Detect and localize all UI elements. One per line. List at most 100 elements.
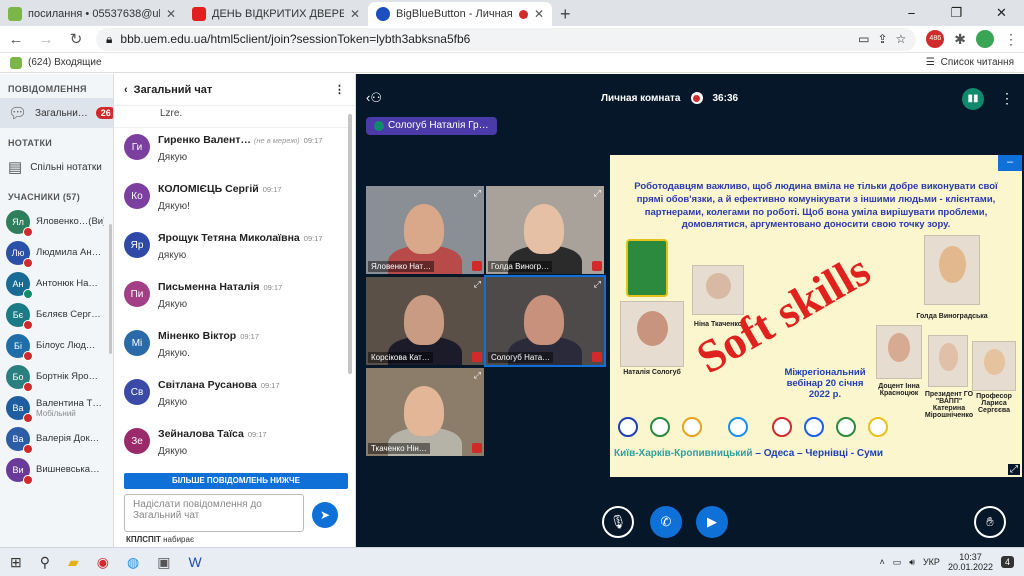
raise-hand-button[interactable]: ✋︎: [974, 506, 1006, 538]
coat-of-arms-icon: [626, 239, 668, 297]
user-list-item[interactable]: Ва Валентина Т… Мобільний: [0, 392, 113, 423]
bookmark-inbox[interactable]: (624) Входящие: [28, 57, 102, 68]
chat-options-icon[interactable]: ⋮: [334, 83, 345, 96]
video-tile[interactable]: ⤢ Ткаченко Нін…: [366, 368, 484, 456]
back-icon[interactable]: ←: [6, 31, 26, 48]
browser-tab-strip: посилання • 05537638@ukr.net ✕ ДЕНЬ ВІДК…: [0, 0, 1024, 26]
network-icon[interactable]: ▭: [893, 557, 902, 568]
expand-icon[interactable]: ⤢: [594, 188, 601, 199]
mic-status-icon: [23, 443, 33, 454]
presenter-badge: Сологуб Наталія Гр…: [366, 117, 497, 135]
avatar-initials: Св: [130, 386, 144, 398]
menu-icon[interactable]: ⋮: [1004, 31, 1018, 48]
sender-name: Гиренко Валент…: [158, 134, 251, 146]
chat-message: Ги Гиренко Валент… (не в мережі) 09:17 Дя…: [114, 128, 350, 177]
extension-badge-icon[interactable]: 486: [926, 30, 945, 48]
video-tile[interactable]: ⤢ Сологуб Ната…: [484, 275, 606, 367]
notification-icon[interactable]: 4: [1000, 556, 1014, 568]
video-button[interactable]: ▶: [696, 506, 728, 538]
users-scrollbar[interactable]: [109, 224, 112, 354]
expand-icon[interactable]: ⤢: [474, 188, 481, 199]
chat-message: Зе Зейналова Таїса 09:17 Дякую: [114, 422, 350, 471]
expand-icon[interactable]: ⤢: [474, 279, 481, 290]
user-list-item[interactable]: Бо Бортнік Яро…: [0, 361, 113, 392]
expand-icon[interactable]: ⤢: [474, 370, 481, 381]
share-icon[interactable]: ⇪: [877, 32, 887, 46]
edge-icon[interactable]: ◍: [127, 554, 139, 571]
word-icon[interactable]: W: [188, 554, 201, 570]
tab-title: посилання • 05537638@ukr.net: [28, 8, 160, 20]
forward-icon[interactable]: →: [36, 31, 56, 48]
users-header: УЧАСНИКИ (57): [8, 192, 81, 202]
video-tile[interactable]: ⤢ Корсікова Кат…: [366, 277, 484, 365]
user-list-item[interactable]: Ви Вишневська…: [0, 454, 113, 485]
close-tab-icon[interactable]: ✕: [534, 7, 544, 21]
profile-avatar[interactable]: [976, 30, 994, 48]
user-list-item[interactable]: Бі Білоус Люд…: [0, 330, 113, 361]
reading-list-icon[interactable]: ☰: [926, 57, 935, 68]
language-indicator[interactable]: УКР: [923, 557, 940, 567]
browser-tab-mail[interactable]: посилання • 05537638@ukr.net ✕: [0, 2, 184, 26]
options-icon[interactable]: ⋮: [1000, 90, 1014, 107]
restore-icon[interactable]: ❐: [934, 0, 979, 26]
new-tab-button[interactable]: +: [560, 2, 571, 26]
tray-expand-icon[interactable]: ˄: [880, 557, 885, 567]
expand-icon[interactable]: ⤢: [594, 279, 601, 290]
user-list-toggle-icon[interactable]: ‹⚇: [366, 90, 382, 106]
message-time: 09:17: [263, 283, 283, 292]
reload-icon[interactable]: ↻: [66, 30, 86, 48]
minimize-presentation-icon[interactable]: –: [998, 155, 1022, 171]
bbb-favicon-icon: [376, 7, 390, 21]
minimize-icon[interactable]: ⎯: [889, 0, 934, 26]
room-name: Личная комната: [601, 92, 681, 104]
reading-list-link[interactable]: Список читання: [941, 57, 1014, 68]
mute-mic-button[interactable]: 🎙︎: [602, 506, 634, 538]
browser-tab-youtube[interactable]: ДЕНЬ ВІДКРИТИХ ДВЕРЕЙ - You ✕: [184, 2, 368, 26]
user-list-item[interactable]: Ва Валерія Док…: [0, 423, 113, 454]
cities-part-b: – Одеса – Чернівці - Суми: [752, 448, 884, 459]
close-window-icon[interactable]: ✕: [979, 0, 1024, 26]
connection-status-icon[interactable]: ▮▮: [962, 88, 984, 110]
more-messages-button[interactable]: БІЛЬШЕ ПОВІДОМЛЕНЬ НИЖЧЕ: [124, 473, 348, 489]
portrait-krasnotsiuk: [876, 325, 922, 379]
chat-scrollbar[interactable]: [348, 114, 352, 374]
chevron-left-icon[interactable]: ‹: [124, 84, 128, 96]
volume-icon[interactable]: 🔊︎: [909, 557, 915, 568]
avatar: Ял: [6, 209, 33, 237]
message-input[interactable]: Надіслати повідомлення до Загальний чат: [124, 494, 304, 532]
user-name: Валерія Док…: [36, 433, 100, 444]
chrome-icon[interactable]: ◉: [97, 554, 109, 571]
avatar: Бє: [6, 302, 33, 330]
user-list-item[interactable]: Лю Людмила Ан…: [0, 237, 113, 268]
send-button[interactable]: ➤: [312, 502, 338, 528]
search-icon[interactable]: ⚲: [40, 554, 50, 571]
user-list-item[interactable]: Ан Антонюк На…: [0, 268, 113, 299]
close-tab-icon[interactable]: ✕: [166, 7, 176, 21]
cities-part-a: Київ-Харків-Кропивницький: [614, 448, 753, 459]
record-icon[interactable]: [690, 92, 703, 104]
user-name: Бортнік Яро…: [36, 371, 99, 382]
message-header: Міненко Віктор 09:17: [158, 330, 259, 342]
participant-face: [404, 204, 444, 254]
user-list-item[interactable]: Бє Бєляєв Серг…: [0, 299, 113, 330]
star-icon[interactable]: ☆: [896, 32, 907, 46]
portrait-sologub: [620, 301, 684, 367]
camera-blocked-icon[interactable]: ▭: [858, 32, 869, 46]
shared-notes-item[interactable]: ▤ Спільні нотатки: [0, 152, 113, 182]
video-tile[interactable]: ⤢ Яловенко Нат…: [366, 186, 484, 274]
close-tab-icon[interactable]: ✕: [350, 7, 360, 21]
message-header: Гиренко Валент… (не в мережі) 09:17: [158, 134, 322, 146]
extensions-icon[interactable]: ✱: [954, 31, 966, 48]
user-list-item[interactable]: Ял Яловенко…(Ви): [0, 206, 113, 237]
video-tile[interactable]: ⤢ Голда Виногр…: [486, 186, 604, 274]
file-explorer-icon[interactable]: ▰: [68, 554, 79, 571]
store-icon[interactable]: ▣: [157, 554, 170, 571]
audio-button[interactable]: ✆: [650, 506, 682, 538]
url-field[interactable]: 🔒︎ bbb.uem.edu.ua/html5client/join?sessi…: [96, 27, 917, 51]
public-chat-item[interactable]: 💬︎ Загальни… 26: [0, 98, 113, 128]
participant-face: [404, 295, 444, 345]
clock[interactable]: 10:37 20.01.2022: [948, 552, 993, 573]
browser-tab-bbb[interactable]: BigBlueButton - Личная ком ✕: [368, 2, 552, 26]
start-icon[interactable]: ⊞: [10, 554, 22, 571]
fullscreen-icon[interactable]: ⤢: [1008, 464, 1020, 475]
